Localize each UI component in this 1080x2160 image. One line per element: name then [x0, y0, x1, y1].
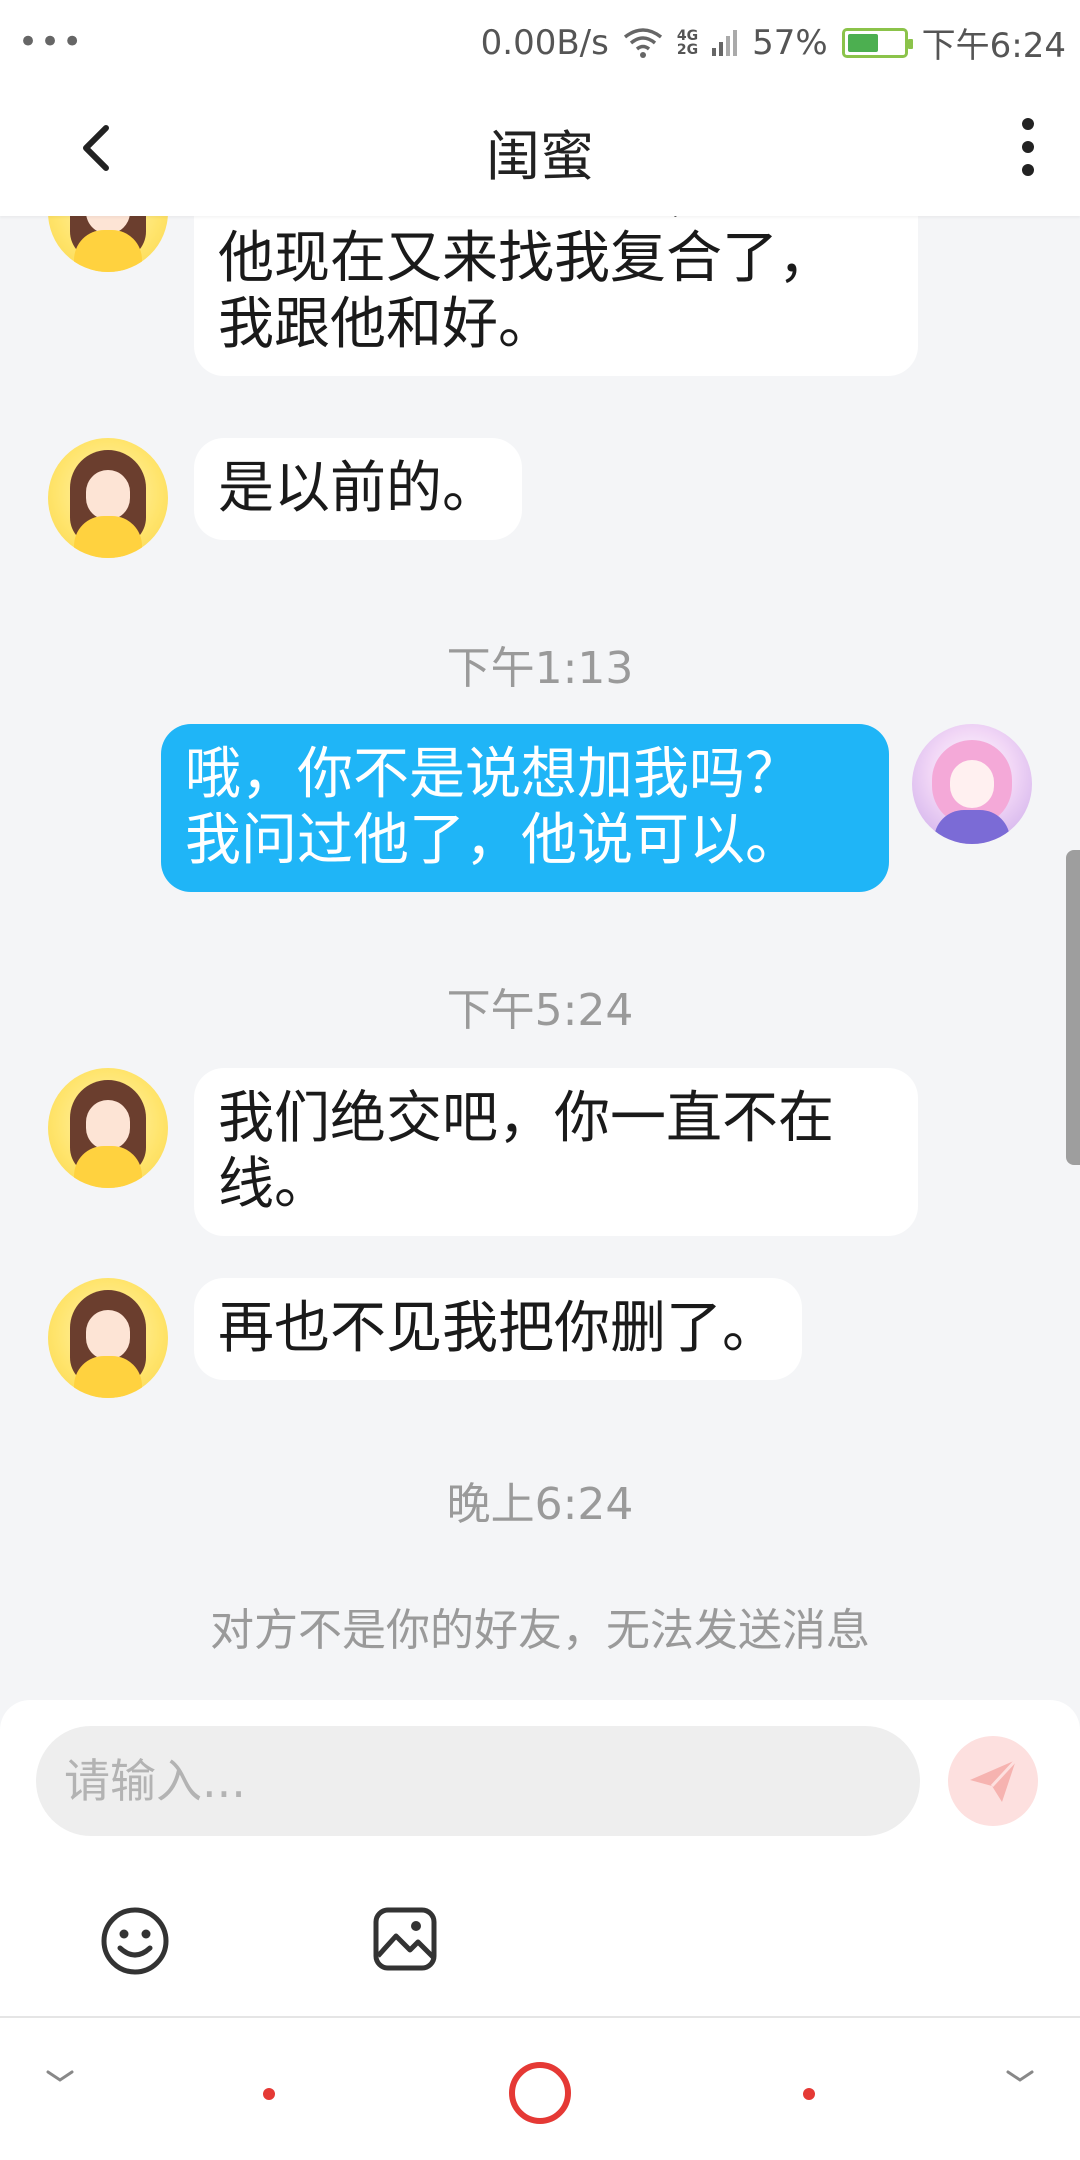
network-type-bottom: 2G	[676, 41, 699, 58]
chevron-down-icon[interactable]	[44, 2066, 76, 2086]
chat-header: 闺蜜	[0, 78, 1080, 216]
battery-percent: 57%	[752, 22, 828, 63]
nav-dot-left[interactable]	[263, 2088, 275, 2100]
network-type: 4G 2G	[677, 29, 698, 57]
incoming-message-bubble[interactable]: 是以前的。	[194, 438, 522, 540]
scroll-handle[interactable]	[1066, 850, 1080, 1165]
battery-icon	[841, 27, 913, 58]
status-right: 0.00B/s 4G 2G 57% 下午6:24	[481, 18, 1066, 67]
timestamp: 下午5:24	[446, 985, 634, 1036]
notification-dots-icon: •••	[18, 22, 85, 62]
image-button[interactable]	[372, 1906, 438, 1972]
message-input[interactable]	[36, 1726, 920, 1836]
timestamp: 下午1:13	[446, 643, 634, 694]
chevron-down-icon[interactable]	[1004, 2066, 1036, 2086]
contact-avatar[interactable]	[48, 1068, 168, 1188]
outgoing-message-bubble[interactable]: 哦，你不是说想加我吗？ 我问过他了，他说可以。	[161, 724, 889, 892]
incoming-message-bubble[interactable]: 再也不见我把你删了。	[194, 1278, 802, 1380]
paper-plane-icon	[970, 1758, 1018, 1802]
nav-dot-right[interactable]	[803, 2088, 815, 2100]
page-title: 闺蜜	[486, 125, 594, 188]
battery-fill	[847, 33, 879, 52]
contact-avatar[interactable]	[48, 438, 168, 558]
status-bar: ••• 0.00B/s 4G 2G 57% 下午6:24	[0, 0, 1080, 78]
network-type-top: 4G	[676, 27, 699, 44]
contact-avatar[interactable]	[48, 216, 168, 272]
wifi-icon	[623, 27, 662, 58]
system-nav-bar	[0, 2016, 1080, 2160]
my-avatar[interactable]	[912, 724, 1032, 844]
more-options-icon[interactable]	[1016, 118, 1040, 178]
clock: 下午6:24	[921, 26, 1066, 66]
contact-avatar[interactable]	[48, 1278, 168, 1398]
home-button[interactable]	[509, 2062, 571, 2124]
composer-panel	[0, 1700, 1080, 2016]
emoji-button[interactable]	[100, 1906, 170, 1976]
send-button[interactable]	[948, 1736, 1038, 1826]
net-speed: 0.00B/s	[480, 22, 609, 63]
signal-icon	[712, 29, 738, 56]
incoming-message-bubble[interactable]: 我们绝交吧，你一直不在 线。	[194, 1068, 918, 1236]
message-list[interactable]: 我说的是我的闺蜜，但是 他现在又来找我复合了， 我跟他和好。 是以前的。 下午1…	[0, 216, 1080, 1696]
not-friend-notice: 对方不是你的好友，无法发送消息	[210, 1605, 870, 1656]
timestamp: 晚上6:24	[446, 1479, 634, 1530]
incoming-message-bubble[interactable]: 我说的是我的闺蜜，但是 他现在又来找我复合了， 我跟他和好。	[194, 216, 918, 376]
